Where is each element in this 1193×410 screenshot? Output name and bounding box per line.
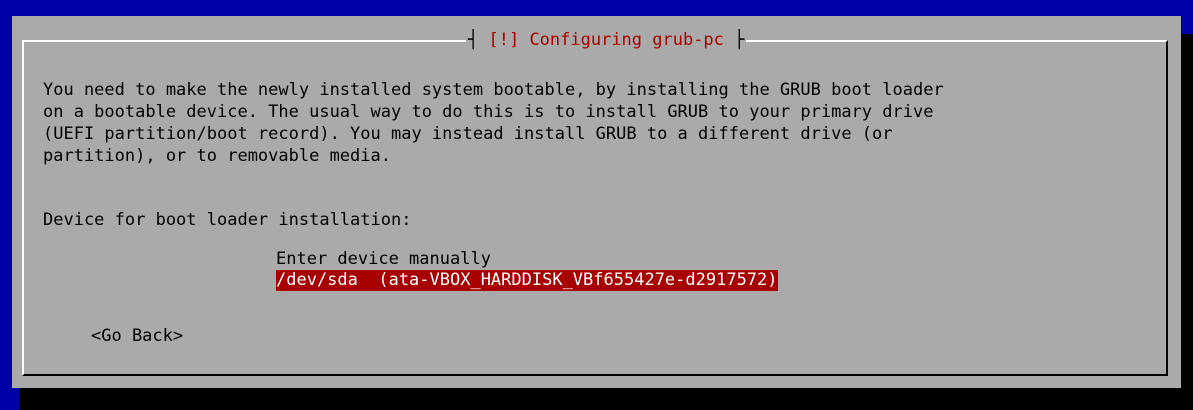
dialog-shadow-right	[1181, 34, 1193, 410]
dialog-title-text: [!] Configuring grub-pc	[488, 30, 724, 50]
device-prompt-label: Device for boot loader installation:	[43, 210, 412, 230]
list-item-enter-manually[interactable]: Enter device manually	[276, 249, 491, 270]
title-right-tee: ├	[734, 30, 745, 50]
grub-dialog: ┤ [!] Configuring grub-pc ├ You need to …	[12, 16, 1181, 388]
list-item-dev-sda[interactable]: /dev/sda (ata-VBOX_HARDDISK_VBf655427e-d…	[276, 270, 778, 291]
dialog-shadow-bottom	[20, 388, 1193, 410]
go-back-button[interactable]: <Go Back>	[91, 325, 183, 347]
title-left-tee: ┤	[468, 30, 479, 50]
dialog-title: ┤ [!] Configuring grub-pc ├	[466, 27, 747, 53]
dialog-description: You need to make the newly installed sys…	[43, 80, 944, 166]
device-list[interactable]: Enter device manually /dev/sda (ata-VBOX…	[276, 249, 778, 291]
installer-screen: ┤ [!] Configuring grub-pc ├ You need to …	[0, 0, 1193, 410]
